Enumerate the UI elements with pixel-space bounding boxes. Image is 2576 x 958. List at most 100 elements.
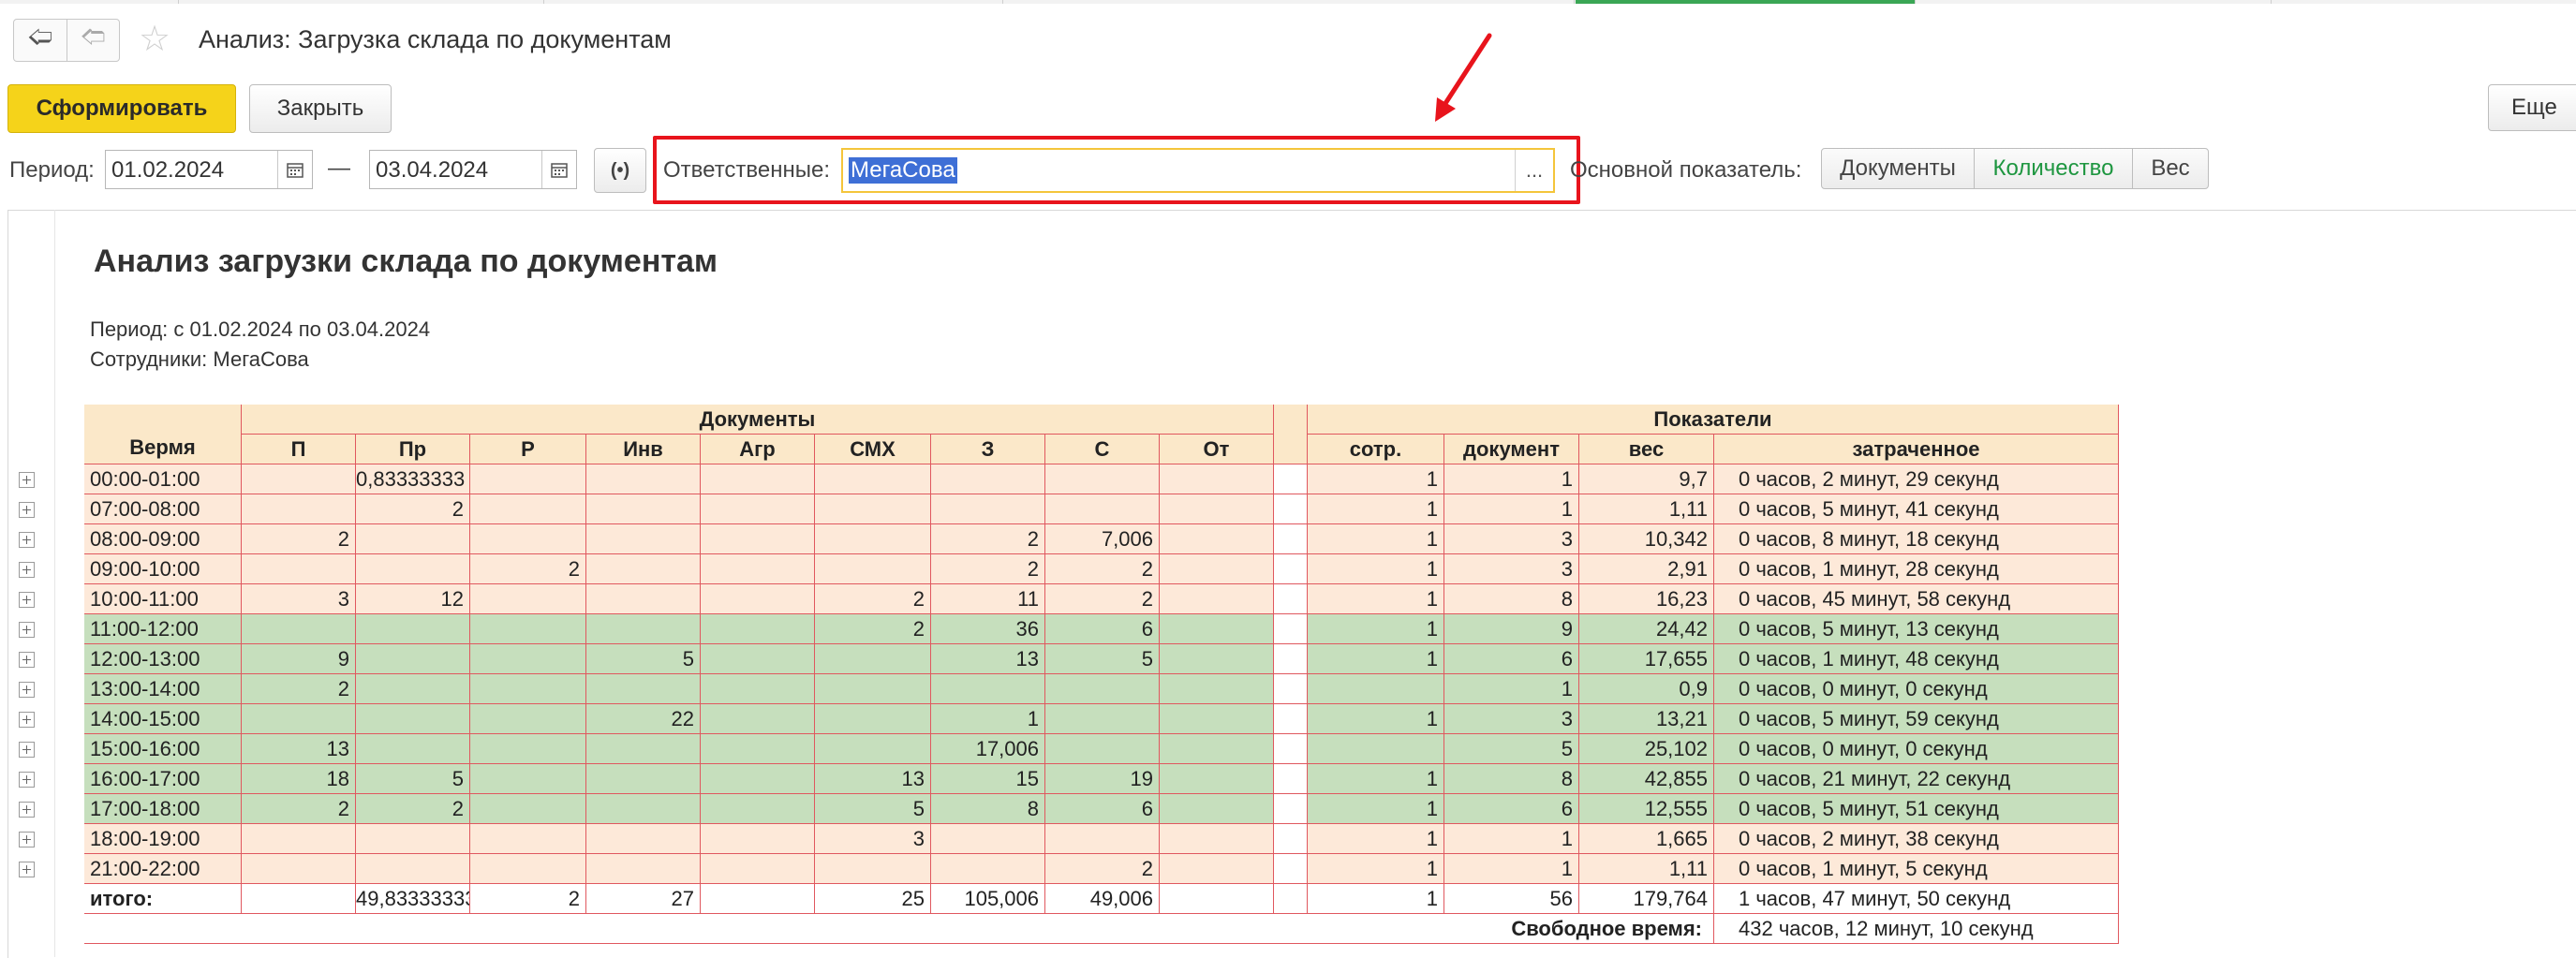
row-doc-value <box>586 764 701 794</box>
row-doc-value <box>242 494 356 524</box>
calendar-icon[interactable] <box>277 151 312 188</box>
row-doc-value <box>242 464 356 494</box>
row-doc-value: 36 <box>931 614 1045 644</box>
more-button[interactable]: Еще <box>2488 84 2576 131</box>
row-doc-value <box>701 734 815 764</box>
row-doc-value: 2 <box>242 524 356 554</box>
expand-icon[interactable] <box>19 832 35 847</box>
row-doc-value <box>470 704 586 734</box>
row-doc-value: 0,83333333 <box>356 464 470 494</box>
row-doc-value <box>701 524 815 554</box>
col-header-indicator: вес <box>1579 435 1714 464</box>
row-doc-value <box>356 554 470 584</box>
row-doc-value: 15 <box>931 764 1045 794</box>
indicator-documents[interactable]: Документы <box>1821 148 1975 189</box>
favorite-star-icon[interactable]: ☆ <box>139 21 170 58</box>
row-weight: 13,21 <box>1579 704 1714 734</box>
row-documents: 3 <box>1444 704 1579 734</box>
row-doc-value: 18 <box>242 764 356 794</box>
col-header-doc: Инв <box>586 435 701 464</box>
row-spacer <box>1274 494 1308 524</box>
total-label: итого: <box>84 884 242 914</box>
window-tab[interactable] <box>0 0 179 4</box>
row-doc-value <box>1160 524 1274 554</box>
expand-icon[interactable] <box>19 682 35 698</box>
col-header-doc: От <box>1160 435 1274 464</box>
window-tab[interactable] <box>1002 0 1575 4</box>
expand-icon[interactable] <box>19 862 35 877</box>
window-tab[interactable] <box>543 0 1003 4</box>
window-tab[interactable] <box>1915 0 2272 4</box>
expand-icon[interactable] <box>19 472 35 488</box>
expand-icon[interactable] <box>19 652 35 668</box>
row-doc-value: 2 <box>356 494 470 524</box>
report-period: Период: с 01.02.2024 по 03.04.2024 <box>90 317 431 341</box>
expand-icon[interactable] <box>19 592 35 608</box>
total-doc-value <box>1160 884 1274 914</box>
row-spacer <box>1274 734 1308 764</box>
row-doc-value <box>470 824 586 854</box>
expand-icon[interactable] <box>19 532 35 548</box>
select-button[interactable]: ... <box>1515 150 1553 191</box>
col-header-doc: П <box>242 435 356 464</box>
date-from-field[interactable]: 01.02.2024 <box>105 150 313 189</box>
row-doc-value: 5 <box>815 794 931 824</box>
indicator-weight[interactable]: Вес <box>2132 148 2209 189</box>
row-documents: 8 <box>1444 584 1579 614</box>
date-from-value: 01.02.2024 <box>111 157 225 183</box>
window-tab-active[interactable] <box>1576 0 1916 4</box>
row-doc-value: 1 <box>931 704 1045 734</box>
row-doc-value <box>470 794 586 824</box>
col-header-doc: З <box>931 435 1045 464</box>
close-button[interactable]: Закрыть <box>249 84 392 133</box>
expand-icon[interactable] <box>19 772 35 788</box>
row-time: 18:00-19:00 <box>84 824 242 854</box>
row-doc-value <box>815 524 931 554</box>
row-doc-value <box>356 674 470 704</box>
generate-button[interactable]: Сформировать <box>7 84 236 133</box>
row-spent: 0 часов, 0 минут, 0 секунд <box>1714 674 2119 704</box>
expand-icon[interactable] <box>19 742 35 758</box>
row-doc-value <box>586 494 701 524</box>
expand-icon[interactable] <box>19 712 35 728</box>
row-time: 09:00-10:00 <box>84 554 242 584</box>
row-doc-value <box>356 824 470 854</box>
indicator-quantity[interactable]: Количество <box>1974 148 2133 189</box>
row-doc-value <box>701 794 815 824</box>
row-doc-value <box>1160 644 1274 674</box>
row-employees: 1 <box>1308 494 1444 524</box>
row-doc-value <box>470 854 586 884</box>
row-doc-value <box>931 464 1045 494</box>
row-employees: 1 <box>1308 704 1444 734</box>
total-doc-value <box>701 884 815 914</box>
calendar-icon[interactable] <box>541 151 576 188</box>
row-doc-value <box>356 644 470 674</box>
back-arrow-icon[interactable]: 🢠 <box>14 20 67 61</box>
row-spent: 0 часов, 5 минут, 13 секунд <box>1714 614 2119 644</box>
expand-icon[interactable] <box>19 802 35 818</box>
row-spacer <box>1274 584 1308 614</box>
group-gutter <box>7 210 55 957</box>
row-weight: 24,42 <box>1579 614 1714 644</box>
row-doc-value <box>1160 674 1274 704</box>
forward-arrow-icon[interactable]: 🢢 <box>66 20 120 61</box>
row-doc-value <box>356 704 470 734</box>
date-to-field[interactable]: 03.04.2024 <box>369 150 577 189</box>
row-spent: 0 часов, 1 минут, 28 секунд <box>1714 554 2119 584</box>
window-tab[interactable] <box>178 0 544 4</box>
row-doc-value <box>1045 704 1160 734</box>
responsible-field[interactable]: МегаСова ... <box>841 148 1555 193</box>
expand-icon[interactable] <box>19 562 35 578</box>
responsible-value: МегаСова <box>849 157 957 184</box>
row-employees: 1 <box>1308 614 1444 644</box>
row-time: 16:00-17:00 <box>84 764 242 794</box>
row-doc-value <box>1160 854 1274 884</box>
row-documents: 1 <box>1444 854 1579 884</box>
period-select-button[interactable]: (•) <box>594 148 646 193</box>
col-header-indicator: затраченное <box>1714 435 2119 464</box>
row-time: 21:00-22:00 <box>84 854 242 884</box>
expand-icon[interactable] <box>19 622 35 638</box>
row-doc-value <box>470 764 586 794</box>
expand-icon[interactable] <box>19 502 35 518</box>
row-doc-value: 2 <box>931 554 1045 584</box>
